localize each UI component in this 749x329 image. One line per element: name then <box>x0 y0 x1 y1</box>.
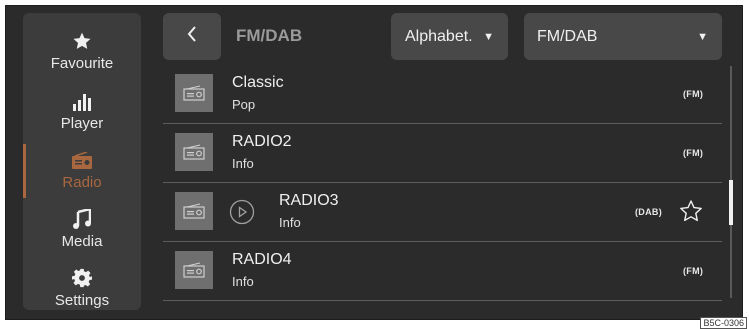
band-badge: (FM) <box>683 148 704 158</box>
radio-icon <box>175 192 213 230</box>
band-badge: (FM) <box>683 266 704 276</box>
music-note-icon <box>73 203 91 229</box>
sort-label: Alphabet. <box>405 27 473 45</box>
station-row[interactable]: RADIO3 Info (DAB) <box>163 183 722 242</box>
nav-label: Favourite <box>50 55 114 72</box>
back-button[interactable] <box>163 13 221 60</box>
sidebar: Favourite Player Radio Media Settings <box>23 13 141 310</box>
station-row[interactable]: RADIO2 Info (FM) <box>163 124 722 183</box>
band-badge: (FM) <box>683 89 704 99</box>
station-name: RADIO4 <box>232 251 292 268</box>
station-name: RADIO3 <box>279 192 339 209</box>
sort-dropdown[interactable]: Alphabet. ▼ <box>391 13 508 60</box>
station-row[interactable]: Classic Pop (FM) <box>163 65 722 124</box>
nav-item-radio[interactable]: Radio <box>23 144 141 202</box>
play-icon[interactable] <box>229 199 255 230</box>
band-label: FM/DAB <box>537 27 598 45</box>
band-dropdown[interactable]: FM/DAB ▼ <box>524 13 722 60</box>
band-badge: (DAB) <box>635 207 662 217</box>
figure-code: B5C-0306 <box>700 317 747 329</box>
nav-label: Player <box>60 115 104 132</box>
station-row[interactable]: RADIO4 Info (FM) <box>163 242 722 301</box>
station-name: RADIO2 <box>232 133 292 150</box>
nav-item-settings[interactable]: Settings <box>23 262 141 320</box>
star-outline-icon[interactable] <box>679 199 703 228</box>
radio-icon <box>175 133 213 171</box>
radio-icon <box>175 251 213 289</box>
nav-item-media[interactable]: Media <box>23 203 141 261</box>
nav-item-player[interactable]: Player <box>23 85 141 143</box>
nav-label: Radio <box>62 174 102 191</box>
station-name: Classic <box>232 74 284 91</box>
nav-item-favourite[interactable]: Favourite <box>23 25 141 83</box>
equalizer-icon <box>73 85 91 111</box>
nav-label: Settings <box>54 292 110 309</box>
station-info: Info <box>232 156 254 171</box>
star-icon <box>72 25 92 51</box>
page-title: FM/DAB <box>236 26 303 45</box>
station-info: Info <box>232 274 254 289</box>
caret-down-icon: ▼ <box>697 31 708 43</box>
caret-down-icon: ▼ <box>483 31 494 43</box>
station-info: Pop <box>232 97 256 112</box>
nav-label: Media <box>61 233 103 250</box>
chevron-left-icon <box>186 25 198 48</box>
radio-icon <box>71 144 93 170</box>
radio-icon <box>175 74 213 112</box>
scrollbar-thumb[interactable] <box>729 180 733 225</box>
gear-icon <box>72 262 92 288</box>
station-info: Info <box>279 215 301 230</box>
